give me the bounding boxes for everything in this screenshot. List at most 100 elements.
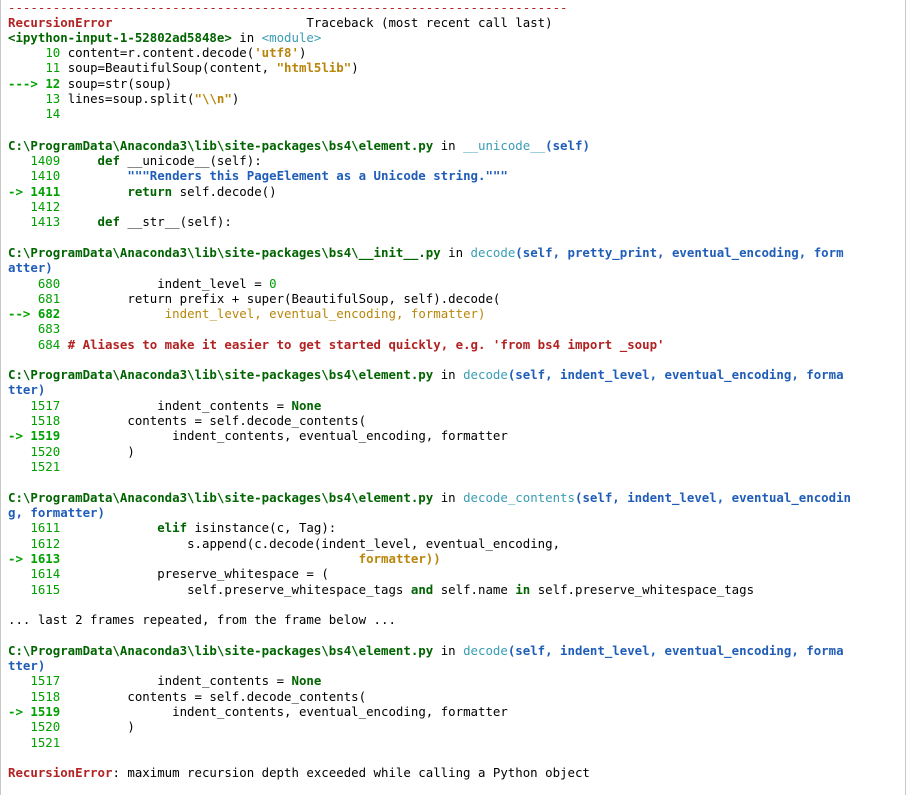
string-literal: "html5lib": [276, 60, 352, 75]
file-path: C:\ProgramData\Anaconda3\lib\site-packag…: [8, 138, 434, 153]
line-number: 1520: [30, 444, 61, 459]
in-word: in: [440, 138, 456, 153]
line-number: 1614: [30, 566, 61, 581]
code-line: 10 content=r.content.decode('utf8'): [8, 45, 306, 61]
frame-header: C:\ProgramData\Anaconda3\lib\site-packag…: [8, 643, 844, 659]
line-number: 1410: [30, 168, 61, 183]
keyword: in: [515, 582, 531, 597]
line-number: 1412: [30, 199, 61, 214]
header-spacer: [112, 15, 306, 30]
code-line: 13 lines=soup.split("\\n"): [8, 91, 239, 107]
final-error-line: RecursionError: maximum recursion depth …: [8, 765, 590, 781]
code-line: 1614 preserve_whitespace = (: [8, 566, 328, 582]
line-number: 1520: [30, 719, 61, 734]
code-line: 1413 def __str__(self):: [8, 214, 231, 230]
function-name: <module>: [261, 30, 322, 45]
line-number: 1519: [30, 428, 61, 443]
docstring: """Renders this PageElement as a Unicode…: [127, 168, 508, 183]
code-line: 1409 def __unicode__(self):: [8, 153, 261, 169]
file-path: C:\ProgramData\Anaconda3\lib\site-packag…: [8, 367, 434, 382]
line-number: 683: [37, 321, 61, 336]
code-line-current: ---> 12 soup=str(soup): [8, 76, 173, 91]
function-args: (self, indent_level, eventual_encodin: [574, 490, 851, 505]
separator-line: ----------------------------------------…: [8, 0, 568, 15]
frame-header: C:\ProgramData\Anaconda3\lib\site-packag…: [8, 138, 590, 154]
comment: # Aliases to make it easier to get start…: [67, 337, 665, 352]
function-args: g, formatter): [8, 505, 105, 520]
code-line: 1518 contents = self.decode_contents(: [8, 413, 366, 429]
line-number: 1411: [30, 184, 61, 199]
line-number: 10: [45, 45, 61, 60]
function-args: (self): [545, 138, 590, 153]
function-args: tter): [8, 658, 46, 673]
line-number: 1409: [30, 153, 61, 168]
code-line-current: --> 682 indent_level, eventual_encoding,…: [8, 306, 485, 322]
code-line: 680 indent_level = 0: [8, 276, 277, 292]
line-number: 681: [37, 291, 61, 306]
string-literal: 'utf8': [254, 45, 299, 60]
line-number: 1521: [30, 735, 61, 750]
function-name: decode: [470, 245, 516, 260]
code-line: 1520 ): [8, 719, 134, 735]
line-number: 1615: [30, 582, 61, 597]
frame-header: C:\ProgramData\Anaconda3\lib\site-packag…: [8, 490, 851, 506]
line-number: 684: [37, 337, 61, 352]
code-line: 683: [8, 321, 60, 337]
keyword: None: [291, 673, 322, 688]
line-number: 1518: [30, 689, 61, 704]
code-line: 11 soup=BeautifulSoup(content, "html5lib…: [8, 60, 358, 76]
frame-header: C:\ProgramData\Anaconda3\lib\site-packag…: [8, 245, 844, 261]
code-line: 1521: [8, 459, 60, 475]
code-line: 1520 ): [8, 444, 134, 460]
line-number: 1518: [30, 413, 61, 428]
line-number: 1517: [30, 398, 61, 413]
function-args: atter): [8, 260, 53, 275]
in-word: in: [440, 367, 456, 382]
code-line: 14: [8, 106, 60, 122]
code-line-current: -> 1519 indent_contents, eventual_encodi…: [8, 428, 508, 443]
traceback-output: ----------------------------------------…: [0, 0, 906, 795]
frame-header: C:\ProgramData\Anaconda3\lib\site-packag…: [8, 367, 844, 383]
keyword: return: [127, 184, 173, 199]
current-line-arrow: -->: [8, 306, 31, 321]
code-text: indent_level, eventual_encoding, formatt…: [164, 306, 486, 321]
line-number: 12: [45, 76, 61, 91]
in-word: in: [448, 245, 464, 260]
traceback-title: Traceback (most recent call last): [306, 15, 553, 30]
line-number: 1521: [30, 459, 61, 474]
code-line: 1517 indent_contents = None: [8, 673, 321, 689]
frame-header-wrap: g, formatter): [8, 505, 105, 521]
code-line: 1612 s.append(c.decode(indent_level, eve…: [8, 536, 560, 552]
current-line-arrow: ->: [8, 184, 23, 199]
file-path: C:\ProgramData\Anaconda3\lib\site-packag…: [8, 245, 441, 260]
line-number: 1613: [30, 551, 61, 566]
repeat-note: ... last 2 frames repeated, from the fra…: [8, 612, 396, 627]
code-line-current: -> 1519 indent_contents, eventual_encodi…: [8, 704, 508, 719]
error-name: RecursionError: [8, 15, 113, 30]
function-name: decode_contents: [463, 490, 575, 505]
line-number: 1611: [30, 520, 61, 535]
code-line: 1410 """Renders this PageElement as a Un…: [8, 168, 508, 184]
code-line: 684 # Aliases to make it easier to get s…: [8, 337, 665, 353]
code-line-current: -> 1613 formatter)): [8, 551, 441, 567]
error-message: : maximum recursion depth exceeded while…: [112, 765, 590, 780]
frame-header-wrap: tter): [8, 382, 45, 398]
line-number: 682: [37, 306, 61, 321]
line-number: 11: [45, 60, 61, 75]
traceback-header: RecursionError Traceback (most recent ca…: [8, 15, 553, 31]
code-line: 1517 indent_contents = None: [8, 398, 321, 414]
frame-header-wrap: tter): [8, 658, 45, 674]
function-args: tter): [8, 382, 46, 397]
function-name: __unicode__: [463, 138, 546, 153]
code-line: 1412: [8, 199, 60, 215]
code-line: 1521: [8, 735, 60, 751]
error-name: RecursionError: [8, 765, 113, 780]
function-args: (self, indent_level, eventual_encoding, …: [507, 367, 844, 382]
keyword: None: [291, 398, 322, 413]
line-number: 14: [45, 106, 61, 121]
function-args: (self, pretty_print, eventual_encoding, …: [515, 245, 844, 260]
function-name: decode: [463, 367, 508, 382]
keyword: def: [97, 153, 120, 168]
file-path: <ipython-input-1-52802ad5848e>: [8, 30, 232, 45]
line-number: 680: [37, 276, 61, 291]
